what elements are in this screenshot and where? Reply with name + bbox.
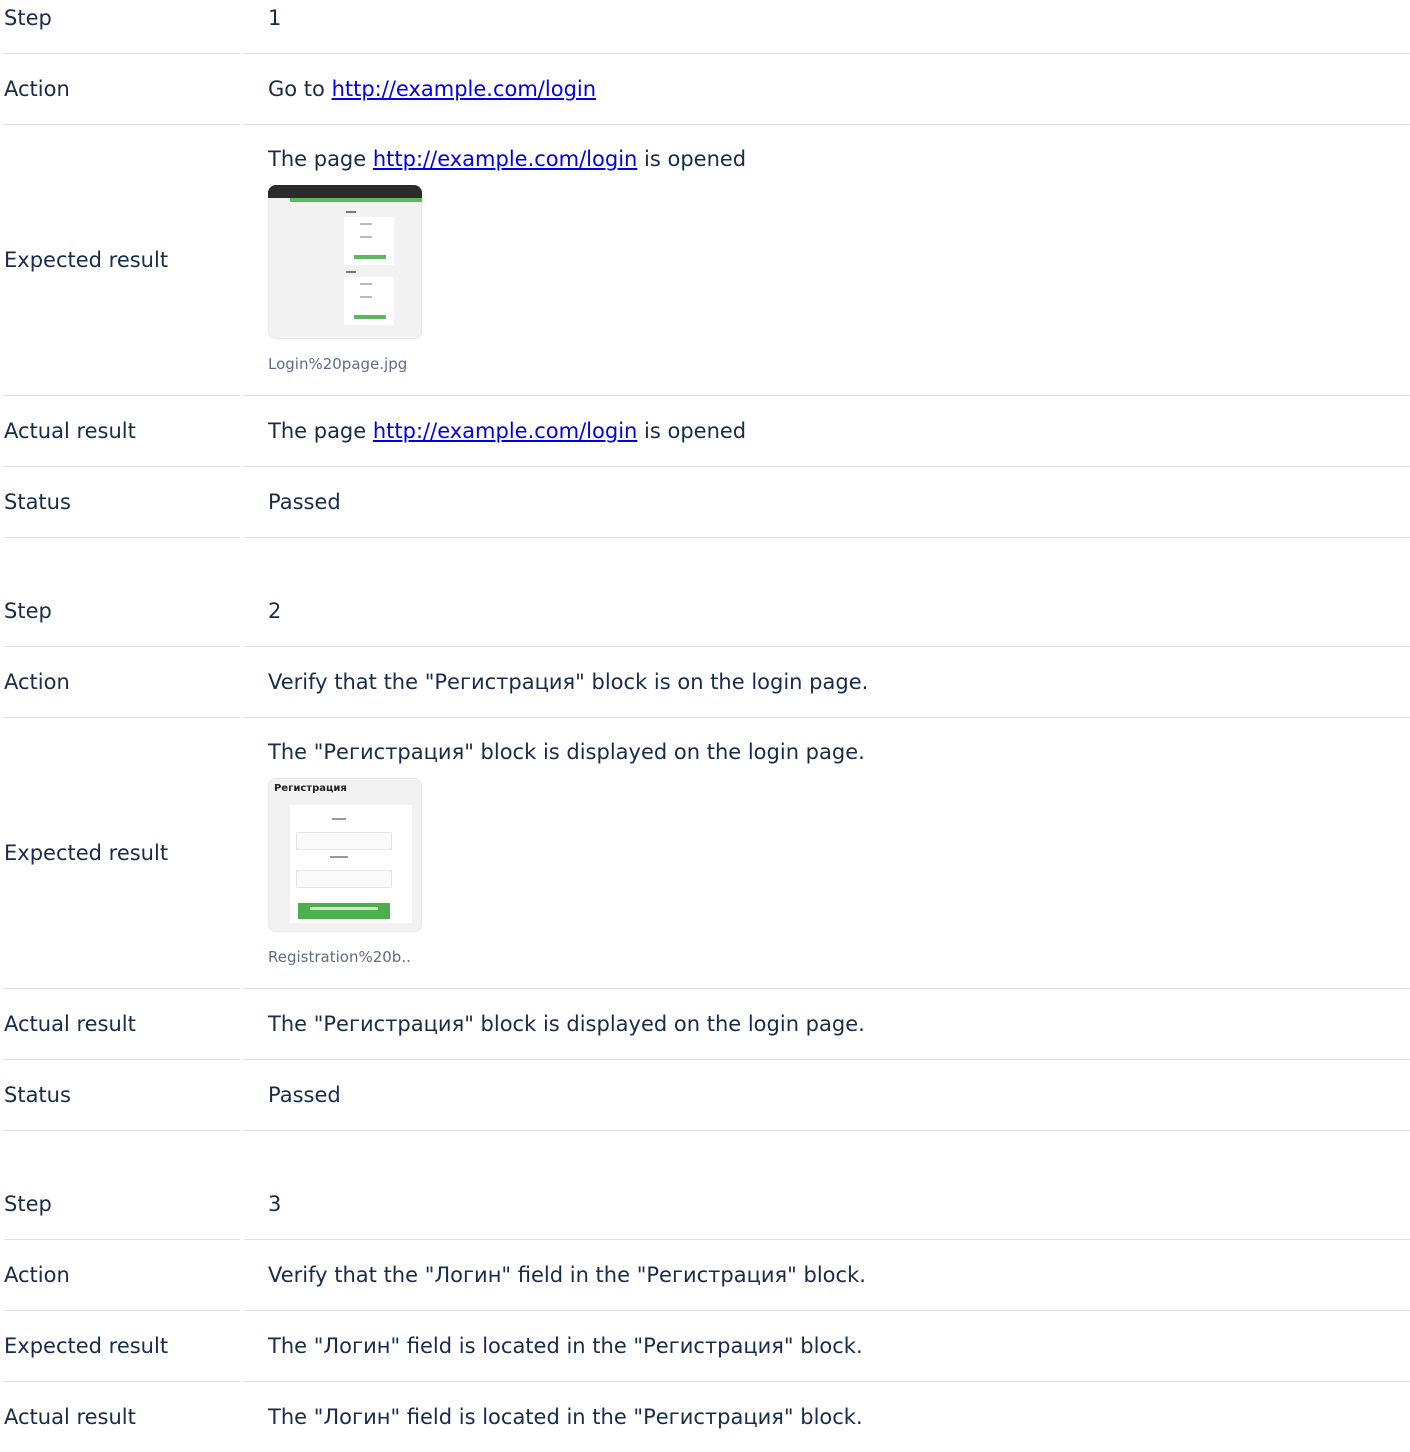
expected-text: The "Регистрация" block is displayed on … xyxy=(268,740,865,764)
divider xyxy=(4,537,1410,538)
action-text: Go to xyxy=(268,77,332,101)
action-value: Verify that the "Логин" field in the "Ре… xyxy=(268,1263,866,1287)
login-page-thumbnail[interactable] xyxy=(268,185,422,339)
action-label: Action xyxy=(4,670,70,694)
divider xyxy=(4,1130,1410,1131)
actual-row: Actual result The page http://example.co… xyxy=(4,396,1410,466)
divider xyxy=(4,1059,1410,1060)
action-row: Action Verify that the "Регистрация" blo… xyxy=(4,647,1410,717)
divider xyxy=(4,124,1410,125)
step-number: 1 xyxy=(268,6,282,30)
action-value: Verify that the "Регистрация" block is o… xyxy=(268,670,869,694)
step-label: Step xyxy=(4,6,52,30)
status-label: Status xyxy=(4,490,71,514)
action-value: Go to http://example.com/login xyxy=(240,77,1410,101)
action-label: Action xyxy=(4,1263,70,1287)
login-url-link[interactable]: http://example.com/login xyxy=(373,419,637,443)
divider xyxy=(4,646,1410,647)
expected-row: Expected result The "Регистрация" block … xyxy=(4,718,1410,988)
expected-value: The "Логин" field is located in the "Рег… xyxy=(268,1334,863,1358)
action-row: Action Go to http://example.com/login xyxy=(4,54,1410,124)
status-row: Status Passed xyxy=(4,467,1410,537)
step-row: Step 1 xyxy=(4,0,1410,44)
action-row: Action Verify that the "Логин" field in … xyxy=(4,1240,1410,1310)
actual-value: The "Регистрация" block is displayed on … xyxy=(268,1012,865,1036)
divider xyxy=(4,395,1410,396)
expected-row: Expected result The page http://example.… xyxy=(4,125,1410,395)
expected-text: The page http://example.com/login is ope… xyxy=(268,147,747,171)
actual-value: The "Логин" field is located in the "Рег… xyxy=(268,1405,863,1429)
login-url-link[interactable]: http://example.com/login xyxy=(373,147,637,171)
divider xyxy=(4,717,1410,718)
action-label: Action xyxy=(4,77,70,101)
step-row: Step 3 xyxy=(4,1169,1410,1239)
registration-block-thumbnail[interactable]: Регистрация xyxy=(268,778,422,932)
actual-row: Actual result The "Регистрация" block is… xyxy=(4,989,1410,1059)
step-number: 3 xyxy=(268,1192,282,1216)
expected-label: Expected result xyxy=(4,248,169,272)
status-label: Status xyxy=(4,1083,71,1107)
divider xyxy=(4,466,1410,467)
step-row: Step 2 xyxy=(4,576,1410,646)
divider xyxy=(4,1239,1410,1240)
status-value: Passed xyxy=(268,490,341,514)
actual-label: Actual result xyxy=(4,1405,136,1429)
expected-row: Expected result The "Логин" field is loc… xyxy=(4,1311,1410,1381)
expected-value: The page http://example.com/login is ope… xyxy=(240,147,1410,373)
expected-label: Expected result xyxy=(4,841,169,865)
expected-value: The "Регистрация" block is displayed on … xyxy=(240,740,1410,966)
attachment[interactable]: Login%20page.jpg xyxy=(268,185,1410,373)
divider xyxy=(4,53,1410,54)
actual-label: Actual result xyxy=(4,1012,136,1036)
step-label: Step xyxy=(4,599,52,623)
step-label: Step xyxy=(4,1192,52,1216)
login-url-link[interactable]: http://example.com/login xyxy=(332,77,596,101)
divider xyxy=(4,1381,1410,1382)
actual-value: The page http://example.com/login is ope… xyxy=(268,419,747,443)
step-number: 2 xyxy=(268,599,282,623)
actual-row: Actual result The "Логин" field is locat… xyxy=(4,1382,1410,1452)
attachment-filename[interactable]: Registration%20b.. xyxy=(268,948,1410,966)
divider xyxy=(4,988,1410,989)
status-row: Status Passed xyxy=(4,1060,1410,1130)
status-value: Passed xyxy=(268,1083,341,1107)
actual-label: Actual result xyxy=(4,419,136,443)
attachment[interactable]: Регистрация Registration%20b.. xyxy=(268,778,1410,966)
test-steps-table: Step 1 Action Go to http://example.com/l… xyxy=(4,0,1410,1452)
expected-label: Expected result xyxy=(4,1334,169,1358)
divider xyxy=(4,1310,1410,1311)
thumbnail-heading: Регистрация xyxy=(274,783,347,794)
attachment-filename[interactable]: Login%20page.jpg xyxy=(268,355,1410,373)
